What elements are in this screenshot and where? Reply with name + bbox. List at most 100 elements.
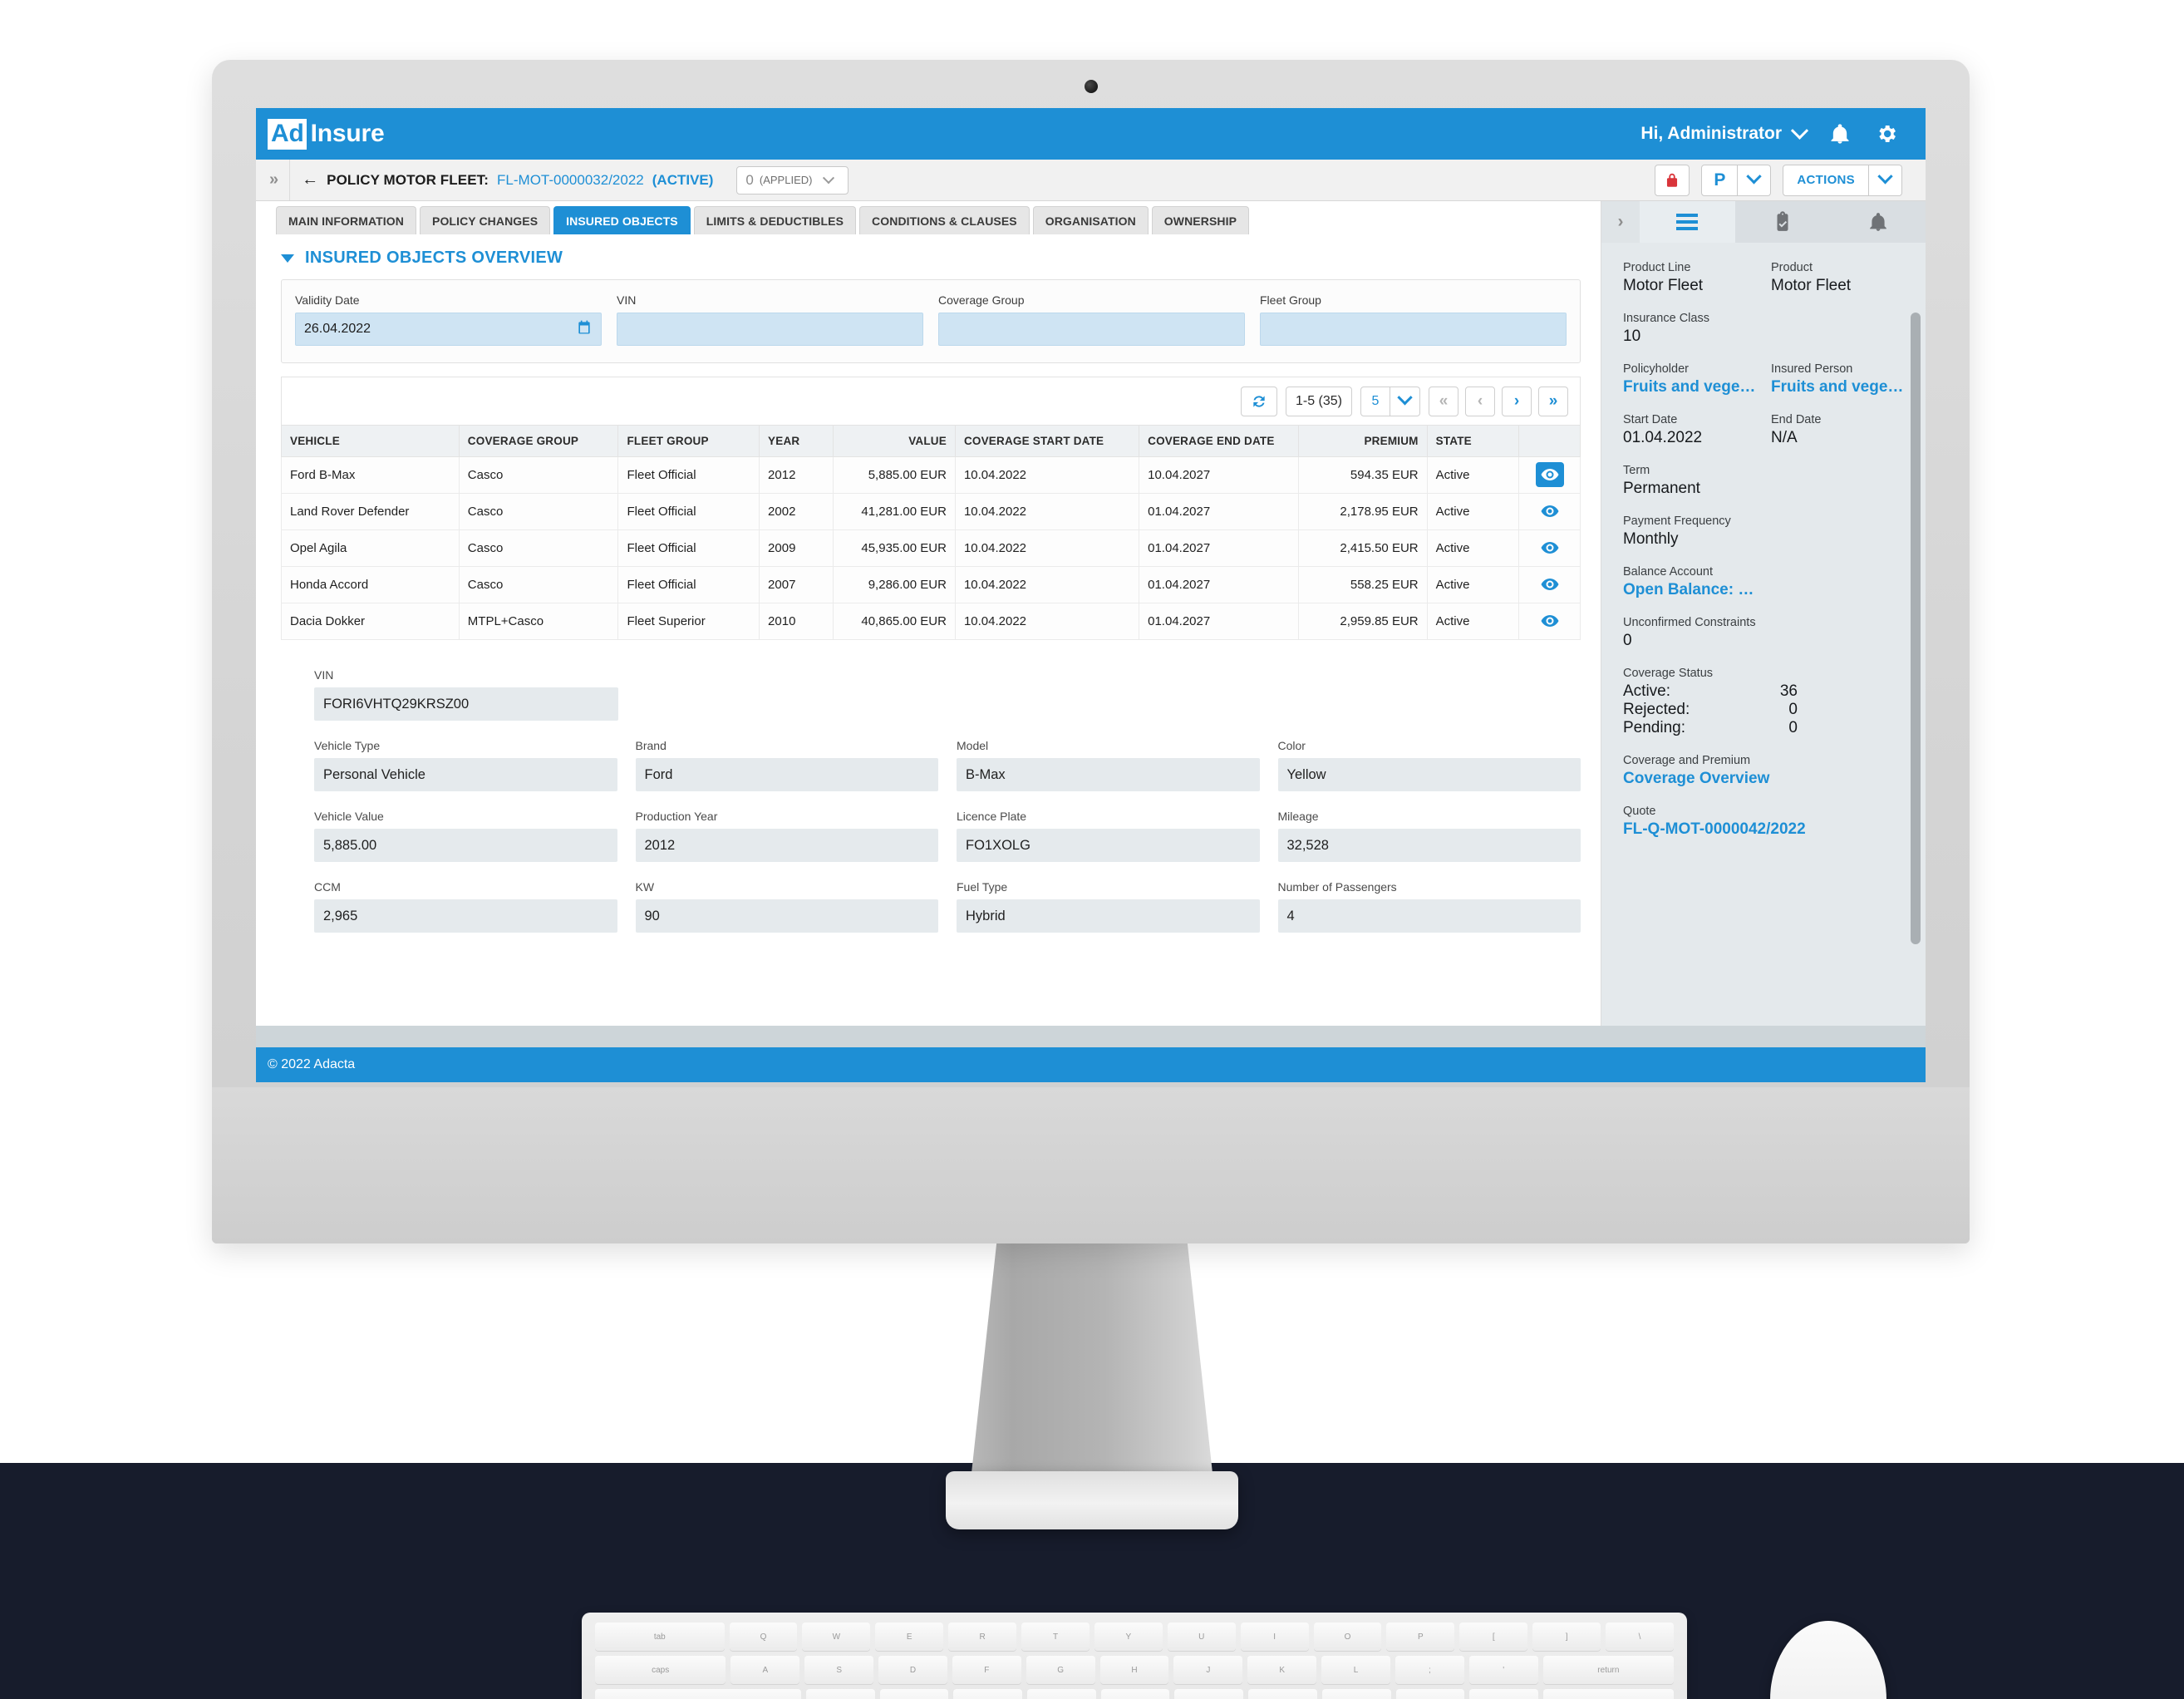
field-value[interactable]: FO1XOLG — [957, 829, 1260, 862]
tab-ownership[interactable]: OWNERSHIP — [1151, 206, 1250, 234]
right-panel-body[interactable]: Product Line Motor Fleet Product Motor Flee… — [1601, 243, 1926, 1026]
right-tab-notifications[interactable] — [1830, 201, 1926, 243]
eye-icon[interactable] — [1536, 535, 1564, 560]
panel-field-value[interactable]: Fruits and vegetable… — [1771, 378, 1904, 396]
applied-badge[interactable]: 0 (APPLIED) — [736, 165, 849, 195]
field-value[interactable]: Yellow — [1277, 758, 1581, 791]
tab-insured-objects[interactable]: INSURED OBJECTS — [553, 206, 691, 234]
last-page-button[interactable]: » — [1538, 386, 1568, 416]
panel-field: Start Date 01.04.2022 — [1623, 413, 1756, 447]
eye-icon[interactable] — [1535, 462, 1564, 487]
first-page-button[interactable]: « — [1429, 386, 1458, 416]
view-cell[interactable] — [1518, 529, 1581, 567]
view-cell[interactable] — [1518, 603, 1581, 640]
prev-page-button[interactable]: ‹ — [1465, 386, 1495, 416]
vin-field[interactable]: VIN FORI6VHTQ29KRSZ00 — [314, 668, 618, 721]
table-row[interactable]: Dacia Dokker MTPL+Casco Fleet Superior 2010… — [281, 603, 1581, 640]
gear-icon[interactable] — [1874, 121, 1899, 146]
cell-start: 10.04.2022 — [954, 493, 1140, 530]
tab-organisation[interactable]: ORGANISATION — [1032, 206, 1149, 234]
back-arrow-icon[interactable]: ← — [302, 170, 318, 190]
expand-panel-button[interactable]: › — [1601, 201, 1640, 243]
cell-value: 41,281.00 EUR — [832, 493, 956, 530]
field-value[interactable]: Personal Vehicle — [314, 758, 617, 791]
panel-field-value: N/A — [1771, 429, 1798, 446]
column-header[interactable]: VALUE — [832, 425, 956, 457]
p-button[interactable]: P — [1701, 164, 1739, 196]
cell-end: 01.04.2027 — [1139, 566, 1299, 603]
vin-value[interactable]: FORI6VHTQ29KRSZ00 — [314, 687, 618, 721]
panel-field-value[interactable]: Fruits and vegetable… — [1623, 378, 1756, 396]
coverage-status-key: Active: — [1623, 682, 1671, 700]
view-cell[interactable] — [1518, 566, 1581, 603]
cell-state: Active — [1426, 603, 1520, 640]
view-cell[interactable] — [1518, 493, 1581, 530]
coverage-status-label: Coverage Status — [1623, 667, 1714, 680]
tab-limits-deductibles[interactable]: LIMITS & DEDUCTIBLES — [693, 206, 857, 234]
filter-panel: Validity Date 26.04.2022 VIN Coverage Group… — [281, 279, 1581, 363]
detail-row-4: CCM 2,965 KW 90 Fuel Type Hybrid Number of Pas… — [314, 880, 1581, 933]
column-header[interactable]: STATE — [1426, 425, 1520, 457]
table-row[interactable]: Ford B-Max Casco Fleet Official 2012 5,885.0… — [281, 456, 1581, 494]
field-value[interactable]: 2,965 — [314, 899, 617, 933]
right-tab-summary[interactable] — [1640, 201, 1735, 243]
breadcrumb-policy-id[interactable]: FL-MOT-0000032/2022 — [497, 172, 644, 189]
view-cell[interactable] — [1518, 456, 1581, 494]
user-menu[interactable]: Hi, Administrator — [1640, 121, 1809, 144]
brand-insure: Insure — [310, 120, 385, 147]
filter-input[interactable] — [938, 313, 1245, 346]
actions-dropdown-toggle[interactable] — [1869, 164, 1902, 196]
right-tab-tasks[interactable] — [1734, 201, 1831, 243]
table-row[interactable]: Honda Accord Casco Fleet Official 2007 9,286… — [281, 566, 1581, 603]
double-chevron-right-icon[interactable]: » — [256, 170, 289, 190]
panel-field-value[interactable]: Open Balance: 58,100.40 EUR — [1623, 581, 1756, 599]
section-header[interactable]: INSURED OBJECTS OVERVIEW — [256, 234, 1601, 279]
page-size-select[interactable]: 5 — [1360, 386, 1420, 416]
keyboard: tabQWERTYUIOP[]\ capsASDFGHJKL;'return s… — [582, 1613, 1687, 1699]
field-value[interactable]: 4 — [1277, 899, 1581, 933]
eye-icon[interactable] — [1536, 608, 1564, 633]
field-value[interactable]: 32,528 — [1277, 829, 1581, 862]
column-header[interactable] — [1518, 425, 1581, 457]
filter-input[interactable]: 26.04.2022 — [295, 313, 602, 346]
tab-policy-changes[interactable]: POLICY CHANGES — [420, 206, 551, 234]
next-page-button[interactable]: › — [1502, 386, 1532, 416]
calendar-icon[interactable] — [576, 319, 593, 340]
coverage-overview-link[interactable]: Coverage Overview — [1623, 770, 1904, 788]
field-value[interactable]: B-Max — [957, 758, 1260, 791]
field-value[interactable]: Ford — [635, 758, 938, 791]
lock-button[interactable] — [1655, 164, 1690, 196]
column-header[interactable]: FLEET GROUP — [617, 425, 760, 457]
field-value[interactable]: 2012 — [635, 829, 938, 862]
column-header[interactable]: COVERAGE END DATE — [1139, 425, 1299, 457]
insured-objects-table: VEHICLE COVERAGE GROUP FLEET GROUP YEAR VALU… — [281, 425, 1581, 640]
eye-icon[interactable] — [1536, 572, 1564, 597]
tab-conditions-clauses[interactable]: CONDITIONS & CLAUSES — [859, 206, 1030, 234]
bell-icon[interactable] — [1827, 121, 1852, 146]
brand-logo[interactable]: Ad Insure — [256, 108, 385, 160]
quote-link[interactable]: FL-Q-MOT-0000042/2022 — [1623, 820, 1904, 839]
page-size-chevron[interactable] — [1390, 386, 1420, 416]
column-header[interactable]: VEHICLE — [281, 425, 460, 457]
column-header[interactable]: COVERAGE START DATE — [954, 425, 1140, 457]
panel-field-label: Start Date — [1623, 413, 1678, 426]
column-header[interactable]: COVERAGE GROUP — [458, 425, 619, 457]
right-panel-scrollbar[interactable] — [1911, 313, 1921, 944]
chevron-down-icon[interactable] — [818, 171, 839, 185]
field-value[interactable]: 5,885.00 — [314, 829, 617, 862]
filter-input[interactable] — [617, 313, 923, 346]
actions-button[interactable]: ACTIONS — [1783, 164, 1869, 196]
monitor-stand-base — [946, 1471, 1238, 1529]
eye-icon[interactable] — [1536, 499, 1564, 524]
tab-main-information[interactable]: MAIN INFORMATION — [276, 206, 416, 234]
content-scroll-area[interactable]: Validity Date 26.04.2022 VIN Coverage Group… — [256, 279, 1601, 1026]
field-value[interactable]: Hybrid — [957, 899, 1260, 933]
refresh-button[interactable] — [1240, 386, 1277, 416]
column-header[interactable]: PREMIUM — [1297, 425, 1428, 457]
column-header[interactable]: YEAR — [759, 425, 834, 457]
table-row[interactable]: Land Rover Defender Casco Fleet Official 20… — [281, 493, 1581, 530]
filter-input[interactable] — [1260, 313, 1567, 346]
p-dropdown-toggle[interactable] — [1738, 164, 1772, 196]
table-row[interactable]: Opel Agila Casco Fleet Official 2009 45,935.… — [281, 529, 1581, 567]
field-value[interactable]: 90 — [635, 899, 938, 933]
